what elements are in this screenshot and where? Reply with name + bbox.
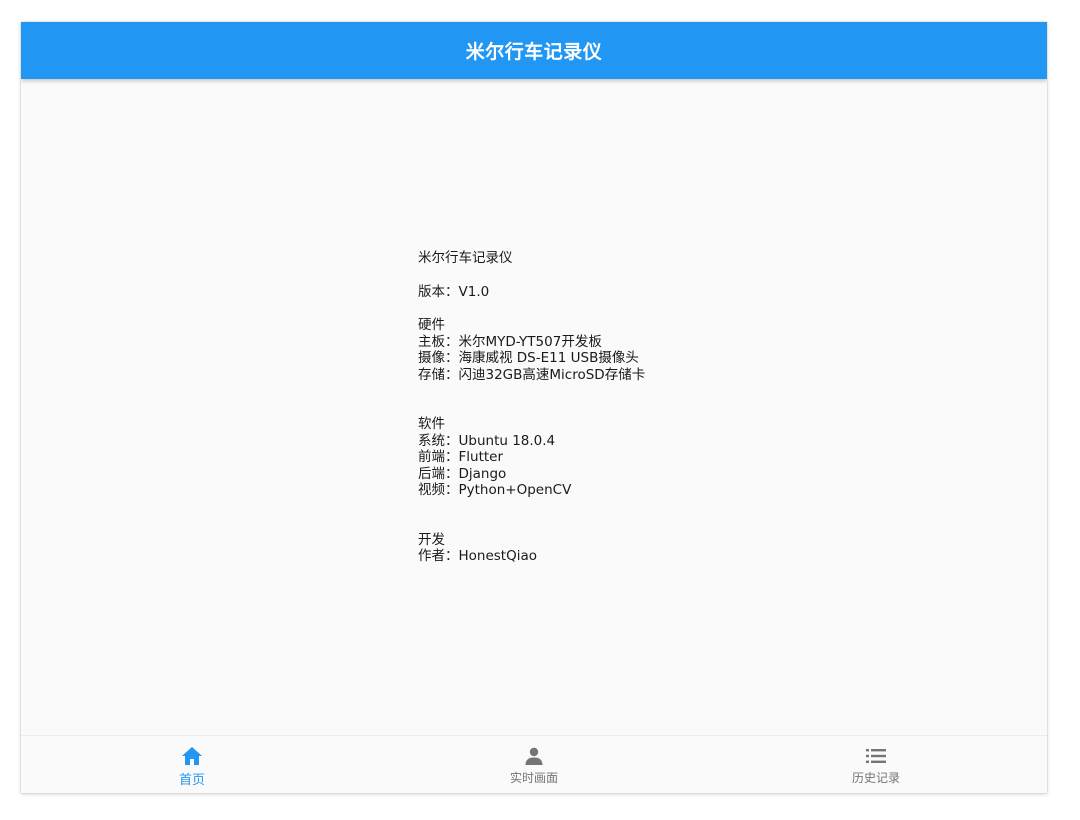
version-text: 版本：V1.0 xyxy=(418,283,490,300)
app-window: 米尔行车记录仪 米尔行车记录仪 版本：V1.0 硬件 主板：米尔MYD-YT50… xyxy=(21,22,1047,793)
software-system: 系统：Ubuntu 18.0.4 xyxy=(418,432,556,449)
hardware-storage: 存储：闪迪32GB高速MicroSD存储卡 xyxy=(418,366,646,383)
product-name: 米尔行车记录仪 xyxy=(418,250,513,266)
nav-item-live[interactable]: 实时画面 xyxy=(363,736,705,793)
app-title: 米尔行车记录仪 xyxy=(465,41,603,63)
list-icon xyxy=(864,746,888,766)
software-heading: 软件 xyxy=(418,416,445,432)
person-icon xyxy=(522,746,546,766)
nav-item-home[interactable]: 首页 xyxy=(21,736,363,793)
hardware-board: 主板：米尔MYD-YT507开发板 xyxy=(418,333,602,350)
development-author: 作者：HonestQiao xyxy=(418,548,538,564)
hardware-heading: 硬件 xyxy=(418,317,445,333)
software-backend: 后端：Django xyxy=(418,465,507,482)
app-bar: 米尔行车记录仪 xyxy=(21,22,1047,79)
hardware-camera: 摄像：海康威视 DS-E11 USB摄像头 xyxy=(418,350,639,366)
nav-label-home: 首页 xyxy=(178,773,205,788)
nav-label-history: 历史记录 xyxy=(851,771,900,785)
nav-label-live: 实时画面 xyxy=(509,771,558,785)
software-video: 视频：Python+OpenCV xyxy=(418,482,572,498)
software-frontend: 前端：Flutter xyxy=(418,449,504,465)
home-icon xyxy=(180,746,204,766)
development-heading: 开发 xyxy=(418,531,445,548)
nav-item-history[interactable]: 历史记录 xyxy=(705,736,1047,793)
info-panel: 米尔行车记录仪 版本：V1.0 硬件 主板：米尔MYD-YT507开发板 摄像：… xyxy=(418,250,645,565)
bottom-navigation: 首页 实时画面 历史记录 xyxy=(21,735,1047,793)
